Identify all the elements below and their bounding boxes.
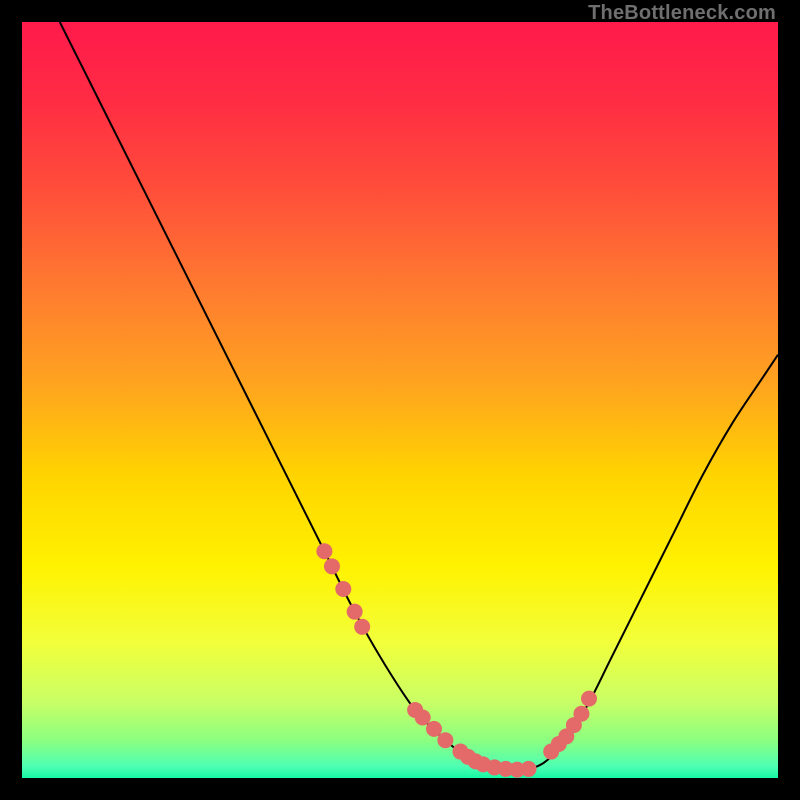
highlight-dot: [347, 604, 363, 620]
highlight-dot: [426, 721, 442, 737]
highlight-dot: [437, 732, 453, 748]
highlight-dot: [573, 706, 589, 722]
highlight-dot: [316, 543, 332, 559]
highlight-dot: [335, 581, 351, 597]
highlight-dot: [581, 691, 597, 707]
highlight-dot: [415, 710, 431, 726]
chart-svg: [22, 22, 778, 778]
plot-area: [22, 22, 778, 778]
highlight-dot: [354, 619, 370, 635]
gradient-background: [22, 22, 778, 778]
highlight-dot: [521, 761, 537, 777]
chart-frame: TheBottleneck.com: [0, 0, 800, 800]
highlight-dot: [324, 558, 340, 574]
